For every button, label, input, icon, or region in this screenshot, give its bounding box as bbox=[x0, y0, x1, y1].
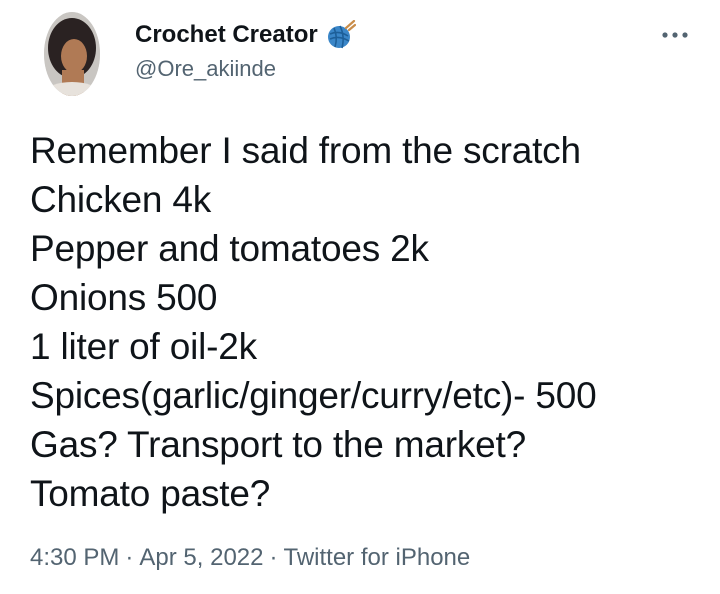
tweet-line: Tomato paste? bbox=[30, 473, 271, 514]
tweet-line: 1 liter of oil-2k bbox=[30, 326, 257, 367]
avatar[interactable] bbox=[44, 12, 100, 96]
tweet-source[interactable]: Twitter for iPhone bbox=[283, 544, 470, 571]
tweet-line: Remember I said from the scratch bbox=[30, 130, 581, 171]
tweet-line: Spices(garlic/ginger/curry/etc)- 500 bbox=[30, 375, 597, 416]
meta-separator: · bbox=[125, 544, 134, 571]
tweet-time[interactable]: 4:30 PM bbox=[30, 544, 119, 571]
user-handle[interactable]: @Ore_akiinde bbox=[135, 56, 356, 82]
tweet-text: Remember I said from the scratch Chicken… bbox=[30, 126, 710, 518]
yarn-ball-emoji-icon bbox=[326, 19, 356, 50]
display-name[interactable]: Crochet Creator bbox=[135, 21, 318, 49]
tweet-line: Gas? Transport to the market? bbox=[30, 424, 526, 465]
profile-photo bbox=[44, 12, 100, 96]
tweet-line: Onions 500 bbox=[30, 277, 218, 318]
meta-separator: · bbox=[269, 544, 278, 571]
user-info: Crochet Creator @Ore_akiinde bbox=[135, 19, 356, 82]
tweet-line: Pepper and tomatoes 2k bbox=[30, 228, 429, 269]
tweet-line: Chicken 4k bbox=[30, 179, 212, 220]
more-dots-icon[interactable] bbox=[660, 28, 690, 40]
tweet-date[interactable]: Apr 5, 2022 bbox=[139, 544, 263, 571]
tweet-meta: 4:30 PM · Apr 5, 2022 · Twitter for iPhone bbox=[30, 544, 470, 572]
tweet-card: Crochet Creator @Ore_akiinde Remember I … bbox=[0, 0, 720, 594]
